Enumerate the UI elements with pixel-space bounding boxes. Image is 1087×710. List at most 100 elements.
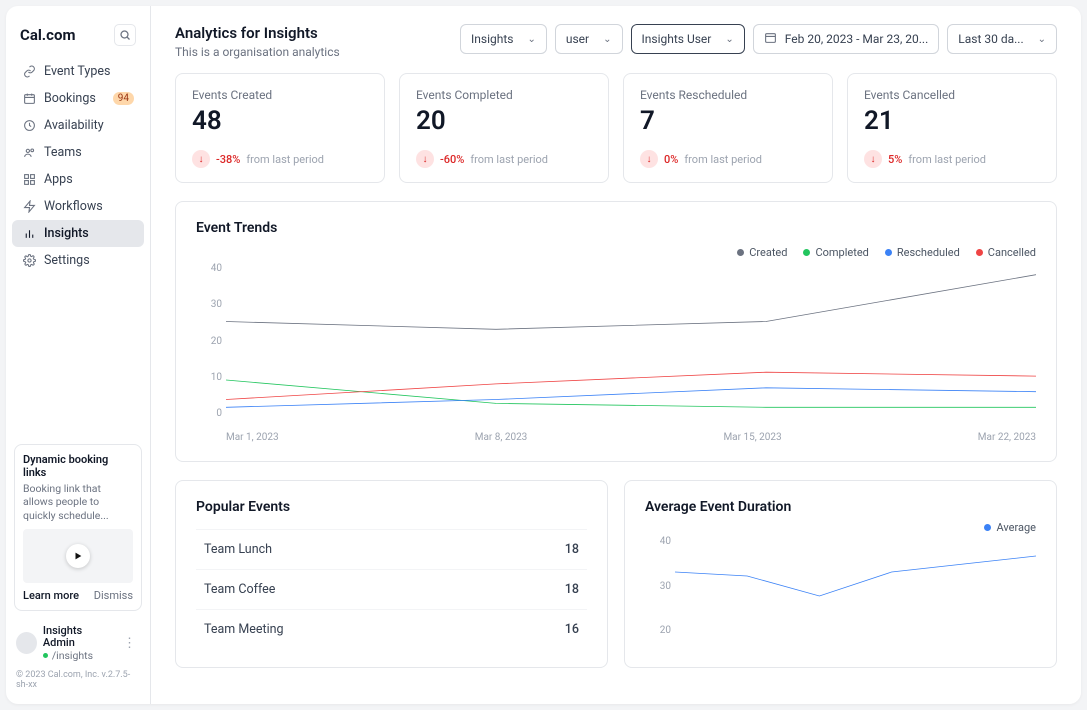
avg-duration-chart: 40 30 20 bbox=[645, 536, 1036, 636]
search-button[interactable] bbox=[114, 24, 136, 46]
filter-team[interactable]: Insights⌄ bbox=[460, 24, 547, 54]
list-name: Team Lunch bbox=[204, 542, 272, 557]
panel-title: Average Event Duration bbox=[645, 499, 1036, 515]
tip-card: Dynamic booking links Booking link that … bbox=[14, 444, 142, 611]
copyright: © 2023 Cal.com, Inc. v.2.7.5-sh-xx bbox=[6, 668, 150, 694]
y-axis: 40 30 20 10 0 bbox=[196, 263, 222, 419]
kpi-delta-pct: -38% bbox=[216, 153, 240, 166]
filter-scope[interactable]: user⌄ bbox=[555, 24, 623, 54]
list-count: 16 bbox=[565, 622, 579, 637]
kpi-events-completed: Events Completed 20 ↓ -60% from last perio… bbox=[399, 73, 609, 183]
line-chart-svg bbox=[675, 536, 1036, 636]
grid-icon bbox=[22, 173, 36, 186]
user-name: Insights Admin bbox=[43, 625, 113, 650]
filter-label: Last 30 da... bbox=[958, 32, 1023, 46]
legend-dot bbox=[737, 249, 744, 256]
nav-label: Workflows bbox=[44, 199, 103, 214]
legend-dot bbox=[885, 249, 892, 256]
sidebar: Cal.com Event Types Bookings94 Availabil… bbox=[6, 6, 151, 704]
arrow-down-icon: ↓ bbox=[864, 150, 882, 168]
kpi-events-created: Events Created 48 ↓ -38% from last period bbox=[175, 73, 385, 183]
y-axis: 40 30 20 bbox=[645, 536, 671, 636]
nav-list: Event Types Bookings94 Availability Team… bbox=[6, 58, 150, 274]
brand-logo: Cal.com bbox=[20, 26, 75, 44]
filter-user[interactable]: Insights User⌄ bbox=[631, 24, 745, 54]
x-axis: Mar 1, 2023 Mar 8, 2023 Mar 15, 2023 Mar… bbox=[226, 432, 1036, 443]
page-title: Analytics for Insights bbox=[175, 24, 340, 42]
nav-label: Insights bbox=[44, 226, 89, 241]
kpi-value: 20 bbox=[416, 106, 592, 136]
kpi-delta-text: from last period bbox=[908, 153, 986, 166]
kpi-delta-pct: 5% bbox=[888, 153, 902, 166]
list-name: Team Meeting bbox=[204, 622, 284, 637]
kebab-icon[interactable]: ⋮ bbox=[119, 636, 140, 651]
popular-events-panel: Popular Events Team Lunch18 Team Coffee1… bbox=[175, 480, 608, 668]
avg-duration-panel: Average Event Duration Average 40 30 20 bbox=[624, 480, 1057, 668]
kpi-label: Events Completed bbox=[416, 88, 592, 102]
kpi-events-rescheduled: Events Rescheduled 7 ↓0%from last period bbox=[623, 73, 833, 183]
legend-dot bbox=[976, 249, 983, 256]
search-icon bbox=[119, 29, 131, 41]
nav-label: Availability bbox=[44, 118, 104, 133]
legend-created: Created bbox=[737, 246, 787, 259]
filter-period[interactable]: Last 30 da... ⌄ bbox=[947, 24, 1057, 54]
list-count: 18 bbox=[565, 542, 579, 557]
filter-label: user bbox=[566, 32, 589, 46]
nav-label: Bookings bbox=[44, 91, 96, 106]
legend-dot bbox=[803, 249, 810, 256]
nav-label: Settings bbox=[44, 253, 90, 268]
filter-label: Feb 20, 2023 - Mar 23, 20... bbox=[785, 32, 929, 46]
link-icon bbox=[22, 65, 36, 78]
list-name: Team Coffee bbox=[204, 582, 275, 597]
user-path: /insights bbox=[52, 650, 93, 662]
nav-workflows[interactable]: Workflows bbox=[12, 193, 144, 220]
line-chart-svg bbox=[226, 263, 1036, 419]
legend-completed: Completed bbox=[803, 246, 868, 259]
clock-icon bbox=[22, 119, 36, 132]
nav-insights[interactable]: Insights bbox=[12, 220, 144, 247]
kpi-delta-text: from last period bbox=[470, 153, 548, 166]
event-trends-chart: 40 30 20 10 0 Mar 1, 2023 Mar 8, 2023 Ma… bbox=[196, 263, 1036, 443]
list-item: Team Lunch 18 bbox=[196, 529, 587, 569]
chevron-down-icon: ⌄ bbox=[1038, 34, 1046, 45]
arrow-down-icon: ↓ bbox=[192, 150, 210, 168]
kpi-label: Events Cancelled bbox=[864, 88, 1040, 102]
tip-thumbnail[interactable] bbox=[23, 529, 133, 583]
user-menu[interactable]: Insights Admin /insights ⋮ bbox=[6, 619, 150, 668]
tip-learn-more[interactable]: Learn more bbox=[23, 589, 79, 602]
nav-teams[interactable]: Teams bbox=[12, 139, 144, 166]
filter-date-range[interactable]: Feb 20, 2023 - Mar 23, 20... bbox=[753, 24, 940, 54]
panel-title: Event Trends bbox=[196, 220, 1036, 236]
event-trends-panel: Event Trends Created Completed Reschedul… bbox=[175, 201, 1057, 462]
list-item: Team Coffee18 bbox=[196, 569, 587, 609]
play-icon bbox=[66, 544, 90, 568]
legend-rescheduled: Rescheduled bbox=[885, 246, 960, 259]
calendar-icon bbox=[764, 31, 777, 47]
tip-title: Dynamic booking links bbox=[23, 453, 133, 479]
nav-settings[interactable]: Settings bbox=[12, 247, 144, 274]
kpi-delta-text: from last period bbox=[684, 153, 762, 166]
nav-bookings[interactable]: Bookings94 bbox=[12, 85, 144, 112]
legend-cancelled: Cancelled bbox=[976, 246, 1036, 259]
nav-label: Teams bbox=[44, 145, 82, 160]
nav-availability[interactable]: Availability bbox=[12, 112, 144, 139]
list-item: Team Meeting 16 bbox=[196, 609, 587, 649]
kpi-label: Events Created bbox=[192, 88, 368, 102]
kpi-value: 48 bbox=[192, 106, 368, 136]
zap-icon bbox=[22, 200, 36, 213]
filter-bar: Insights⌄ user⌄ Insights User⌄ Feb 20, 2… bbox=[460, 24, 1057, 54]
calendar-icon bbox=[22, 92, 36, 105]
nav-label: Event Types bbox=[44, 64, 110, 79]
kpi-delta-text: from last period bbox=[246, 153, 324, 166]
kpi-delta-pct: 0% bbox=[664, 153, 678, 166]
main-content: Analytics for Insights This is a organis… bbox=[151, 6, 1081, 704]
chevron-down-icon: ⌄ bbox=[725, 34, 733, 45]
nav-apps[interactable]: Apps bbox=[12, 166, 144, 193]
arrow-down-icon: ↓ bbox=[416, 150, 434, 168]
tip-dismiss[interactable]: Dismiss bbox=[94, 589, 133, 602]
tip-desc: Booking link that allows people to quick… bbox=[23, 482, 133, 523]
kpi-delta-pct: -60% bbox=[440, 153, 464, 166]
gear-icon bbox=[22, 254, 36, 267]
status-dot bbox=[43, 653, 48, 658]
nav-event-types[interactable]: Event Types bbox=[12, 58, 144, 85]
